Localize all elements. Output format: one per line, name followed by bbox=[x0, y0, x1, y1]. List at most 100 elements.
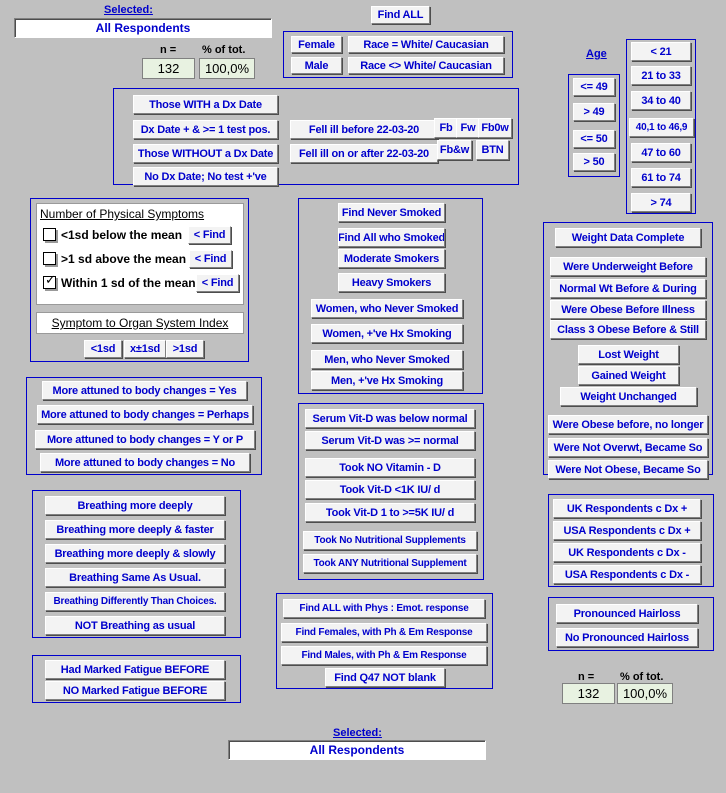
symptom-index-pm1sd-button[interactable]: x±1sd bbox=[124, 340, 166, 358]
selected-value-top: All Respondents bbox=[14, 18, 272, 38]
age-cut-lte50-button[interactable]: <= 50 bbox=[573, 130, 615, 148]
age-band-401-469-button[interactable]: 40,1 to 46,9 bbox=[629, 118, 694, 137]
age-cut-gt50-button[interactable]: > 50 bbox=[573, 153, 615, 171]
took-any-supplement-button[interactable]: Took ANY Nutritional Supplement bbox=[303, 554, 477, 573]
fb0w-button[interactable]: Fb0w bbox=[478, 118, 512, 138]
men-pos-hx-smoking-button[interactable]: Men, +'ve Hx Smoking bbox=[311, 371, 463, 390]
age-band-61-74-button[interactable]: 61 to 74 bbox=[631, 168, 691, 187]
serum-vitd-gte-normal-button[interactable]: Serum Vit-D was >= normal bbox=[305, 431, 475, 450]
weight-data-complete-button[interactable]: Weight Data Complete bbox=[555, 228, 701, 247]
fell-ill-before-button[interactable]: Fell ill before 22-03-20 bbox=[290, 120, 438, 139]
n-label-top: n = bbox=[160, 44, 177, 56]
symptom-checkbox-below-mean[interactable] bbox=[43, 228, 56, 241]
lost-weight-button[interactable]: Lost Weight bbox=[578, 345, 679, 364]
normal-wt-before-during-button[interactable]: Normal Wt Before & During bbox=[550, 279, 706, 298]
find-all-who-smoked-button[interactable]: Find All who Smoked bbox=[338, 228, 445, 247]
female-button[interactable]: Female bbox=[291, 36, 342, 53]
find-q47-not-blank-button[interactable]: Find Q47 NOT blank bbox=[325, 668, 445, 687]
women-pos-hx-smoking-button[interactable]: Women, +'ve Hx Smoking bbox=[311, 324, 463, 343]
symptom-find-within-1sd-button[interactable]: < Find bbox=[196, 274, 239, 292]
symptom-checkbox-within-1sd[interactable]: ✓ bbox=[43, 273, 56, 289]
fw-button[interactable]: Fw bbox=[456, 118, 480, 138]
n-value-bottom: 132 bbox=[562, 683, 615, 704]
age-band-21-33-button[interactable]: 21 to 33 bbox=[631, 66, 691, 85]
usa-dx-neg-button[interactable]: USA Respondents c Dx - bbox=[553, 565, 701, 584]
breathing-deeply-slowly-button[interactable]: Breathing more deeply & slowly bbox=[45, 544, 225, 563]
breathing-more-deeply-button[interactable]: Breathing more deeply bbox=[45, 496, 225, 515]
attuned-yes-button[interactable]: More attuned to body changes = Yes bbox=[42, 381, 247, 400]
not-breathing-as-usual-button[interactable]: NOT Breathing as usual bbox=[45, 616, 225, 635]
symptom-index-lt1sd-button[interactable]: <1sd bbox=[84, 340, 122, 358]
serum-vitd-below-normal-button[interactable]: Serum Vit-D was below normal bbox=[305, 409, 475, 428]
gained-weight-button[interactable]: Gained Weight bbox=[578, 366, 679, 385]
find-males-ph-em-button[interactable]: Find Males, with Ph & Em Response bbox=[281, 646, 487, 665]
find-never-smoked-button[interactable]: Find Never Smoked bbox=[338, 203, 445, 222]
age-band-gt74-button[interactable]: > 74 bbox=[631, 193, 691, 212]
age-cut-lte49-button[interactable]: <= 49 bbox=[573, 78, 615, 96]
women-never-smoked-button[interactable]: Women, who Never Smoked bbox=[311, 299, 463, 318]
race-white-button[interactable]: Race = White/ Caucasian bbox=[348, 36, 504, 53]
took-vitd-1-to-5k-button[interactable]: Took Vit-D 1 to >=5K IU/ d bbox=[305, 503, 475, 522]
men-never-smoked-button[interactable]: Men, who Never Smoked bbox=[311, 350, 463, 369]
were-obese-no-longer-button[interactable]: Were Obese before, no longer bbox=[548, 415, 708, 434]
uk-dx-pos-button[interactable]: UK Respondents c Dx + bbox=[553, 499, 701, 518]
btn-button[interactable]: BTN bbox=[476, 140, 509, 160]
had-marked-fatigue-button[interactable]: Had Marked Fatigue BEFORE bbox=[45, 660, 225, 679]
were-underweight-before-button[interactable]: Were Underweight Before bbox=[550, 257, 706, 276]
dx-date-pos-test-button[interactable]: Dx Date + & >= 1 test pos. bbox=[133, 120, 278, 139]
those-with-dx-date-button[interactable]: Those WITH a Dx Date bbox=[133, 95, 278, 114]
no-marked-fatigue-button[interactable]: NO Marked Fatigue BEFORE bbox=[45, 681, 225, 700]
no-pronounced-hairloss-button[interactable]: No Pronounced Hairloss bbox=[556, 628, 698, 647]
age-band-34-40-button[interactable]: 34 to 40 bbox=[631, 91, 691, 110]
were-not-obese-became-so-button[interactable]: Were Not Obese, Became So bbox=[548, 460, 708, 479]
find-all-button[interactable]: Find ALL bbox=[371, 6, 430, 24]
were-obese-before-illness-button[interactable]: Were Obese Before Illness bbox=[550, 300, 706, 319]
selected-value-bottom: All Respondents bbox=[228, 740, 486, 760]
pct-value-top: 100,0% bbox=[199, 58, 255, 79]
n-value-top: 132 bbox=[142, 58, 195, 79]
pct-label-top: % of tot. bbox=[202, 44, 246, 56]
symptoms-title: Number of Physical Symptoms bbox=[40, 207, 205, 221]
weight-unchanged-button[interactable]: Weight Unchanged bbox=[560, 387, 697, 406]
pct-label-bottom: % of tot. bbox=[620, 671, 664, 683]
no-dx-date-no-test-button[interactable]: No Dx Date; No test +'ve bbox=[133, 167, 278, 186]
symptom-organ-index-title: Symptom to Organ System Index bbox=[36, 312, 244, 334]
age-band-lt21-button[interactable]: < 21 bbox=[631, 42, 691, 61]
symptom-find-below-mean-button[interactable]: < Find bbox=[188, 226, 231, 244]
fb-button[interactable]: Fb bbox=[434, 118, 458, 138]
pronounced-hairloss-button[interactable]: Pronounced Hairloss bbox=[556, 604, 698, 623]
breathing-differently-button[interactable]: Breathing Differently Than Choices. bbox=[45, 592, 225, 611]
race-nonwhite-button[interactable]: Race <> White/ Caucasian bbox=[348, 57, 504, 74]
fell-ill-after-button[interactable]: Fell ill on or after 22-03-20 bbox=[290, 144, 438, 163]
symptom-label-below-mean: <1sd below the mean bbox=[61, 228, 183, 242]
moderate-smokers-button[interactable]: Moderate Smokers bbox=[338, 249, 445, 268]
symptom-index-gt1sd-button[interactable]: >1sd bbox=[166, 340, 204, 358]
pct-value-bottom: 100,0% bbox=[617, 683, 673, 704]
took-no-vitamin-d-button[interactable]: Took NO Vitamin - D bbox=[305, 458, 475, 477]
check-tick-icon: ✓ bbox=[45, 273, 56, 288]
symptom-find-above-mean-button[interactable]: < Find bbox=[189, 250, 232, 268]
attuned-no-button[interactable]: More attuned to body changes = No bbox=[40, 453, 250, 472]
symptom-checkbox-above-mean[interactable] bbox=[43, 252, 56, 265]
attuned-perhaps-button[interactable]: More attuned to body changes = Perhaps bbox=[37, 405, 253, 424]
uk-dx-neg-button[interactable]: UK Respondents c Dx - bbox=[553, 543, 701, 562]
took-no-supplements-button[interactable]: Took No Nutritional Supplements bbox=[303, 531, 477, 550]
heavy-smokers-button[interactable]: Heavy Smokers bbox=[338, 273, 445, 292]
male-button[interactable]: Male bbox=[291, 57, 342, 74]
age-band-47-60-button[interactable]: 47 to 60 bbox=[631, 143, 691, 162]
breathing-same-as-usual-button[interactable]: Breathing Same As Usual. bbox=[45, 568, 225, 587]
breathing-deeply-faster-button[interactable]: Breathing more deeply & faster bbox=[45, 520, 225, 539]
were-not-overwt-became-so-button[interactable]: Were Not Overwt, Became So bbox=[548, 438, 708, 457]
find-females-ph-em-button[interactable]: Find Females, with Ph & Em Response bbox=[281, 623, 487, 642]
symptom-label-above-mean: >1 sd above the mean bbox=[61, 252, 187, 266]
fbw-button[interactable]: Fb&w bbox=[437, 140, 472, 160]
age-cut-gt49-button[interactable]: > 49 bbox=[573, 103, 615, 121]
attuned-y-or-p-button[interactable]: More attuned to body changes = Y or P bbox=[35, 430, 255, 449]
took-vitd-lt1k-button[interactable]: Took Vit-D <1K IU/ d bbox=[305, 480, 475, 499]
usa-dx-pos-button[interactable]: USA Respondents c Dx + bbox=[553, 521, 701, 540]
those-without-dx-date-button[interactable]: Those WITHOUT a Dx Date bbox=[133, 144, 278, 163]
class3-obese-before-still-button[interactable]: Class 3 Obese Before & Still bbox=[550, 320, 706, 339]
symptom-label-within-1sd: Within 1 sd of the mean bbox=[61, 276, 196, 290]
selected-label-bottom: Selected: bbox=[333, 727, 382, 739]
find-all-phys-emot-button[interactable]: Find ALL with Phys : Emot. response bbox=[283, 599, 485, 618]
